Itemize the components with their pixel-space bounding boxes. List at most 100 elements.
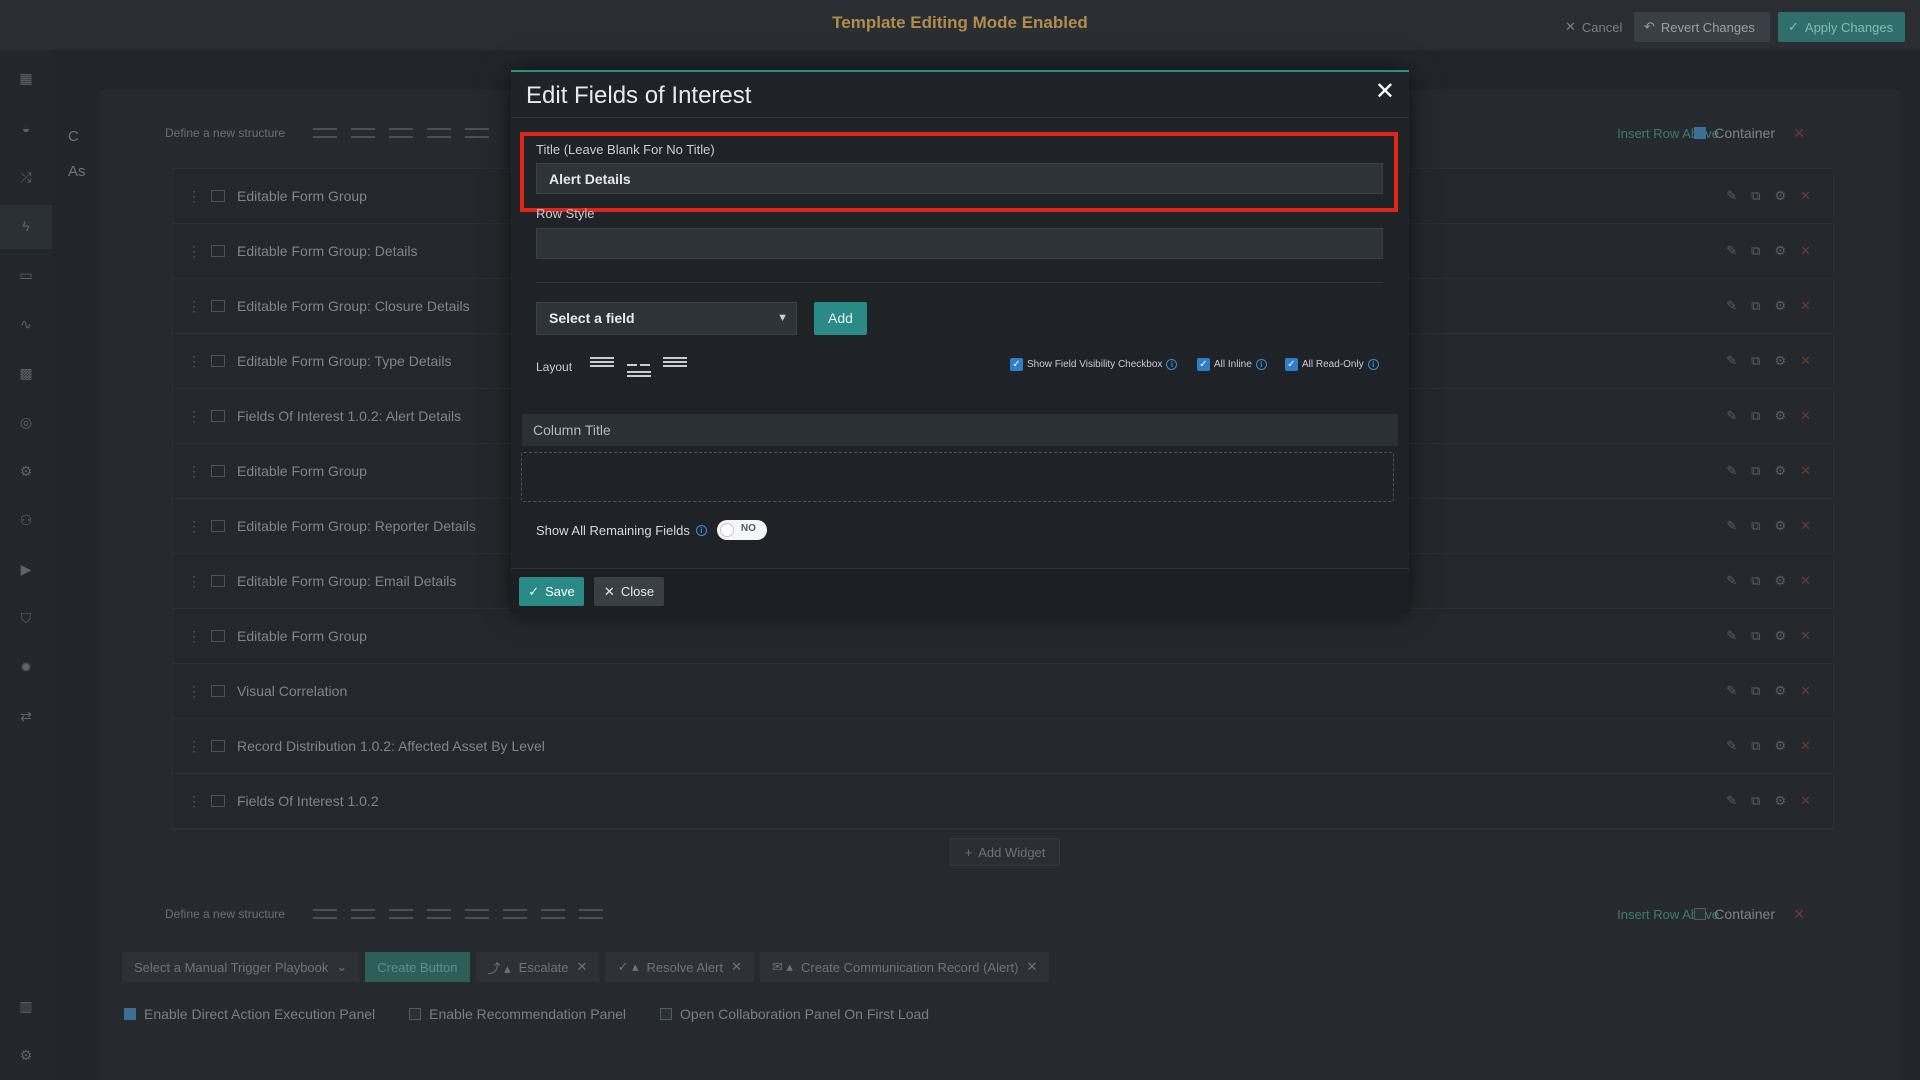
save-button[interactable]: ✓ Save [519, 577, 584, 606]
layout-three-column-icon[interactable] [663, 357, 687, 371]
edit-icon[interactable]: ✎ [1726, 628, 1737, 644]
delete-icon[interactable]: ✕ [1800, 683, 1811, 699]
create-button[interactable]: Create Button [365, 952, 470, 982]
connector-icon[interactable]: ⇄ [16, 706, 36, 726]
info-icon[interactable]: i [1367, 359, 1379, 370]
edit-icon[interactable]: ✎ [1726, 463, 1737, 479]
delete-icon[interactable]: ✕ [1800, 408, 1811, 424]
edit-icon[interactable]: ✎ [1726, 353, 1737, 369]
drag-handle-icon[interactable]: ⋮ [187, 408, 201, 425]
layout-one-column-icon[interactable] [590, 357, 614, 371]
edit-icon[interactable]: ✎ [1726, 408, 1737, 424]
edit-icon[interactable]: ✎ [1726, 793, 1737, 809]
drag-handle-icon[interactable]: ⋮ [187, 298, 201, 315]
escalate-button[interactable]: ⤴ ▴ Escalate ✕ [475, 952, 600, 982]
edit-icon[interactable]: ✎ [1726, 573, 1737, 589]
drag-handle-icon[interactable]: ⋮ [187, 188, 201, 205]
gear-icon[interactable]: ✹ [16, 657, 36, 677]
gear-icon[interactable]: ⚙ [1774, 463, 1786, 479]
close-button[interactable]: ✕ Close [594, 577, 664, 606]
delete-icon[interactable]: ✕ [1800, 573, 1811, 589]
widgets-icon[interactable]: ▩ [16, 363, 36, 383]
drag-handle-icon[interactable]: ⋮ [187, 463, 201, 480]
edit-icon[interactable]: ✎ [1726, 683, 1737, 699]
drag-handle-icon[interactable]: ⋮ [187, 738, 201, 755]
all-readonly-option[interactable]: ✓ All Read-Only i [1285, 358, 1379, 371]
layout-two-column-icon[interactable] [627, 357, 651, 377]
widget-row[interactable]: ⋮ Visual Correlation ✎ ⧉ ⚙ ✕ [173, 664, 1833, 719]
gear-icon[interactable]: ⚙ [1774, 573, 1786, 589]
layout-split-icon[interactable] [503, 909, 528, 919]
copy-icon[interactable]: ⧉ [1751, 683, 1760, 699]
gear-icon[interactable]: ⚙ [1774, 628, 1786, 644]
gear-icon[interactable]: ⚙ [1774, 353, 1786, 369]
edit-icon[interactable]: ✎ [1726, 298, 1737, 314]
edit-icon[interactable]: ✎ [1726, 738, 1737, 754]
system-settings-icon[interactable]: ⚙ [16, 1045, 36, 1065]
bolt-icon[interactable]: ϟ [16, 216, 36, 236]
settings-icon[interactable]: ⚙ [16, 461, 36, 481]
revert-changes-button[interactable]: ↶ Revert Changes [1634, 12, 1770, 42]
edit-icon[interactable]: ✎ [1726, 188, 1737, 204]
trash-icon[interactable]: ▥ [16, 996, 36, 1016]
delete-icon[interactable]: ✕ [1800, 298, 1811, 314]
delete-icon[interactable]: ✕ [1800, 628, 1811, 644]
delete-icon[interactable]: ✕ [1800, 243, 1811, 259]
gear-icon[interactable]: ⚙ [1774, 188, 1786, 204]
copy-icon[interactable]: ⧉ [1751, 738, 1760, 754]
close-icon[interactable]: ✕ [731, 959, 742, 975]
close-icon[interactable]: ✕ [577, 959, 588, 975]
layout-1col-icon[interactable] [313, 909, 338, 919]
layout-4col-icon[interactable] [427, 128, 452, 138]
layout-grid-icon[interactable] [541, 909, 566, 919]
copy-icon[interactable]: ⧉ [1751, 243, 1760, 259]
gear-icon[interactable]: ⚙ [1774, 683, 1786, 699]
layout-3col-icon[interactable] [389, 909, 414, 919]
cancel-button[interactable]: ✕ Cancel [1555, 12, 1632, 42]
title-field[interactable] [536, 163, 1383, 194]
delete-row-icon[interactable]: ✕ [1793, 906, 1805, 923]
close-icon[interactable]: ✕ [1375, 80, 1395, 104]
delete-icon[interactable]: ✕ [1800, 188, 1811, 204]
copy-icon[interactable]: ⧉ [1751, 463, 1760, 479]
add-widget-button[interactable]: + Add Widget [950, 838, 1060, 866]
layout-3col-icon[interactable] [389, 128, 414, 138]
playbook-select[interactable]: Select a Manual Trigger Playbook ⌄ [122, 952, 360, 982]
copy-icon[interactable]: ⧉ [1751, 518, 1760, 534]
communication-button[interactable]: ✉ ▴ Create Communication Record (Alert) ✕ [759, 952, 1050, 982]
edit-icon[interactable]: ✎ [1726, 518, 1737, 534]
show-remaining-toggle[interactable]: NO [716, 520, 767, 540]
copy-icon[interactable]: ⧉ [1751, 573, 1760, 589]
recommendation-option[interactable]: Enable Recommendation Panel [409, 1006, 626, 1022]
widget-row[interactable]: ⋮ Record Distribution 1.0.2: Affected Ass… [173, 719, 1833, 774]
reports-icon[interactable]: ∿ [16, 314, 36, 334]
copy-icon[interactable]: ⧉ [1751, 353, 1760, 369]
layout-4col-icon[interactable] [427, 909, 452, 919]
gear-icon[interactable]: ⚙ [1774, 243, 1786, 259]
gear-icon[interactable]: ⚙ [1774, 408, 1786, 424]
gear-icon[interactable]: ⚙ [1774, 518, 1786, 534]
drag-handle-icon[interactable]: ⋮ [187, 243, 201, 260]
widget-row[interactable]: ⋮ Editable Form Group ✎ ⧉ ⚙ ✕ [173, 609, 1833, 664]
layout-wide-icon[interactable] [465, 128, 490, 138]
add-field-button[interactable]: Add [814, 302, 867, 335]
column-title[interactable]: Column Title [522, 414, 1398, 446]
layout-2col-icon[interactable] [351, 909, 376, 919]
copy-icon[interactable]: ⧉ [1751, 298, 1760, 314]
delete-icon[interactable]: ✕ [1800, 463, 1811, 479]
delete-icon[interactable]: ✕ [1800, 738, 1811, 754]
briefcase-icon[interactable]: ▭ [16, 265, 36, 285]
shield-icon[interactable]: ⛉ [16, 608, 36, 628]
alerts-icon[interactable]: ⤮ [16, 167, 36, 187]
drag-handle-icon[interactable]: ⋮ [187, 628, 201, 645]
drag-handle-icon[interactable]: ⋮ [187, 518, 201, 535]
copy-icon[interactable]: ⧉ [1751, 188, 1760, 204]
field-select[interactable]: Select a field ▼ [536, 302, 797, 335]
drag-handle-icon[interactable]: ⋮ [187, 683, 201, 700]
drag-handle-icon[interactable]: ⋮ [187, 353, 201, 370]
dashboard-icon[interactable]: ▦ [16, 68, 36, 88]
container-checkbox[interactable]: Container [1694, 125, 1775, 141]
gear-icon[interactable]: ⚙ [1774, 738, 1786, 754]
info-icon[interactable]: i [1255, 359, 1267, 370]
layout-2col-icon[interactable] [351, 128, 376, 138]
